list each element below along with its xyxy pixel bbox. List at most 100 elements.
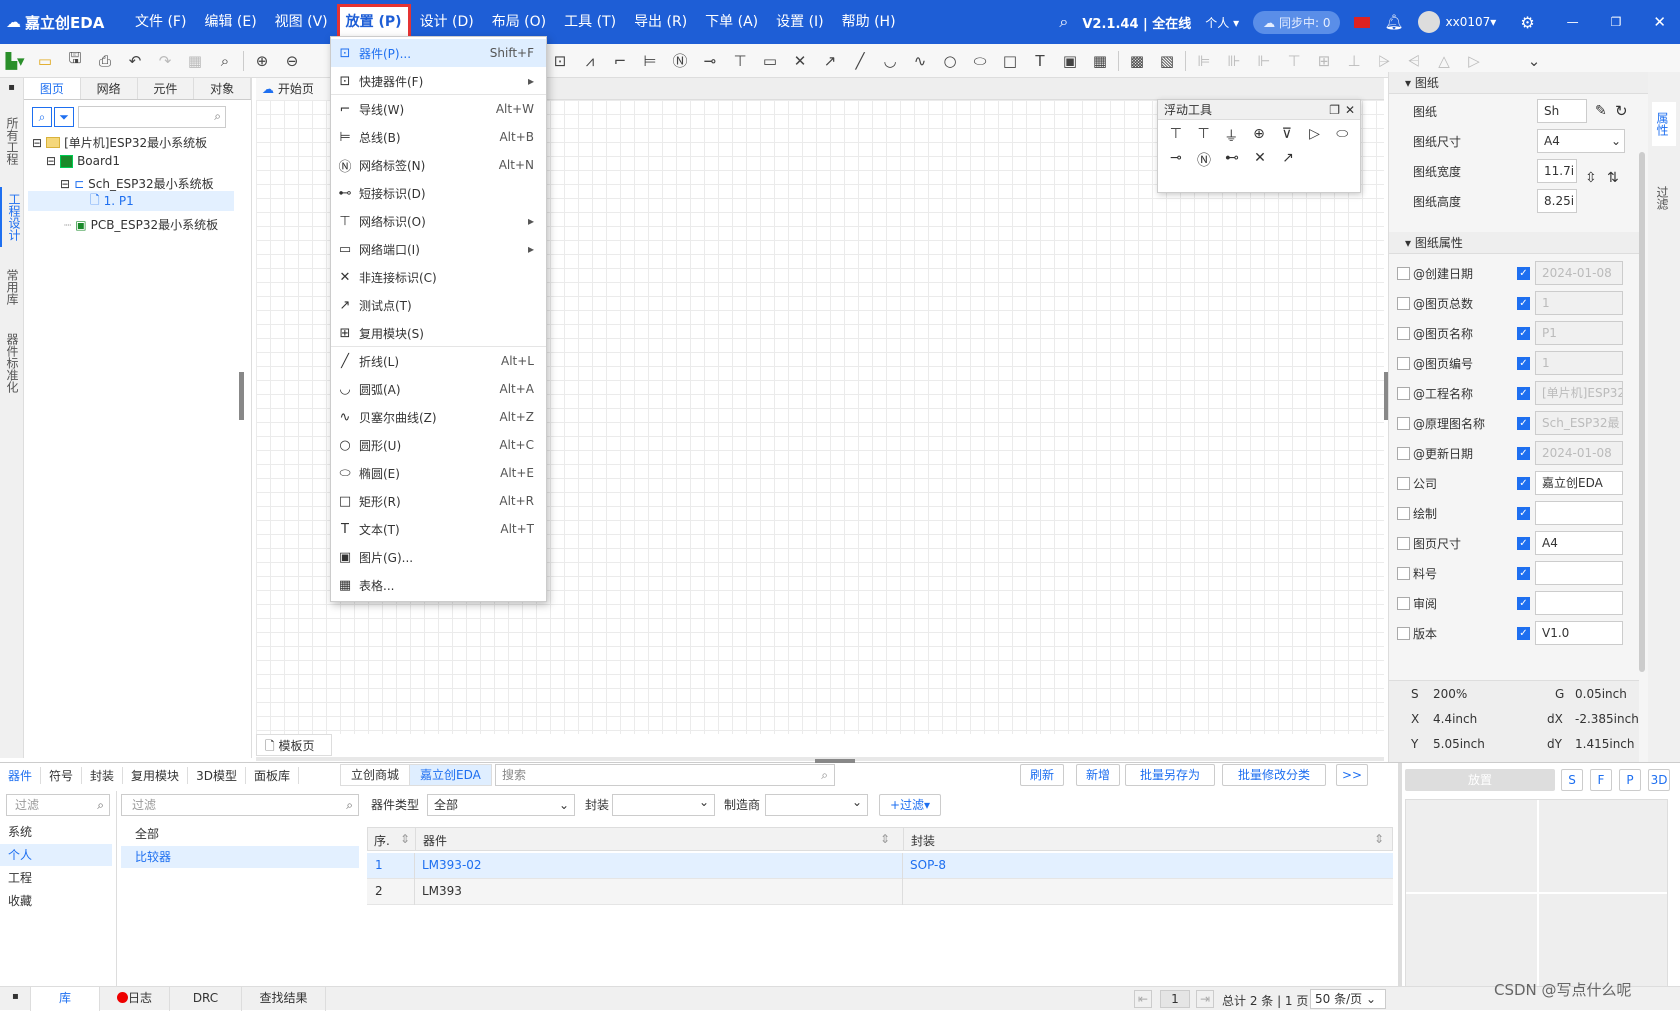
flip-icon[interactable]: ▷ — [1459, 46, 1489, 76]
tree-project[interactable]: ⊟ [单片机]ESP32最小系统板 — [32, 134, 207, 151]
attr-enabled-checkbox[interactable]: ✓ — [1517, 626, 1530, 640]
new-icon[interactable]: ▙▾ — [0, 46, 30, 76]
tb-component-icon[interactable]: ⊡ — [545, 46, 575, 76]
place-menu-item-4[interactable]: Ⓝ 网络标签(N) Alt+N — [331, 151, 546, 179]
lib-tab-5[interactable]: 面板库 — [246, 766, 299, 784]
tb-ellipse-icon[interactable]: ⬭ — [965, 46, 995, 76]
attr-input[interactable] — [1535, 591, 1623, 615]
zoom-out-icon[interactable]: ⊖ — [277, 46, 307, 76]
lib-tab-1[interactable]: 符号 — [41, 766, 83, 784]
save-icon[interactable]: 🖫︎ — [60, 46, 90, 76]
search-toggle-icon[interactable]: ⌕ — [32, 107, 52, 127]
undo-icon[interactable]: ↶ — [120, 46, 150, 76]
attr-visible-checkbox[interactable] — [1397, 356, 1410, 370]
vtab-standardize[interactable]: 器件标准化 — [0, 327, 25, 399]
menu-item-1[interactable]: 编辑 (E) — [195, 0, 265, 44]
tb-netlabel-icon[interactable]: Ⓝ — [665, 46, 695, 76]
tb-line-icon[interactable]: ╱ — [845, 46, 875, 76]
tb-netport-icon[interactable]: ▭ — [755, 46, 785, 76]
preview-splitter[interactable] — [1398, 763, 1402, 987]
refresh-icon[interactable]: ↻ — [1615, 102, 1628, 120]
align-middle-icon[interactable]: ⊞ — [1309, 46, 1339, 76]
minimize-icon[interactable]: — — [1567, 15, 1579, 29]
find-icon[interactable]: ⌕ — [210, 46, 240, 76]
attr-visible-checkbox[interactable] — [1397, 296, 1410, 310]
view-button-f[interactable]: F — [1590, 769, 1612, 791]
tab-start-page[interactable]: ☁ 开始页 — [256, 78, 332, 100]
view-button-3d[interactable]: 3D — [1648, 769, 1670, 791]
toolbar-more-icon[interactable]: ⌄ — [1519, 46, 1549, 76]
first-page-icon[interactable]: ⇤ — [1134, 990, 1152, 1008]
place-menu-item-13[interactable]: ∿ 贝塞尔曲线(Z) Alt+Z — [331, 403, 546, 431]
place-menu-item-5[interactable]: ⊷ 短接标识(D) — [331, 179, 546, 207]
attr-enabled-checkbox[interactable]: ✓ — [1517, 296, 1530, 310]
attr-visible-checkbox[interactable] — [1397, 626, 1410, 640]
distribute-h-icon[interactable]: ⩥ — [1369, 46, 1399, 76]
attr-input[interactable]: A4 — [1535, 531, 1623, 555]
attr-enabled-checkbox[interactable]: ✓ — [1517, 566, 1530, 580]
zoom-in-icon[interactable]: ⊕ — [247, 46, 277, 76]
lib-button-3[interactable]: 批量修改分类 — [1222, 764, 1326, 786]
attr-enabled-checkbox[interactable]: ✓ — [1517, 446, 1530, 460]
mode-dropdown[interactable]: 个人 ▾ — [1205, 14, 1239, 31]
attr-section-header[interactable]: ▾ 图纸属性 — [1389, 232, 1639, 254]
attr-enabled-checkbox[interactable]: ✓ — [1517, 506, 1530, 520]
attr-visible-checkbox[interactable] — [1397, 386, 1410, 400]
attr-visible-checkbox[interactable] — [1397, 566, 1410, 580]
tree-pcb[interactable]: ┈ ▣ PCB_ESP32最小系统板 — [64, 216, 218, 233]
tb-wire-icon[interactable]: ⌐ — [605, 46, 635, 76]
lib-button-4[interactable]: >> — [1336, 764, 1368, 786]
distribute-v-icon[interactable]: ⩤ — [1399, 46, 1429, 76]
restore-icon[interactable]: ❐ — [1611, 15, 1622, 29]
tab-nets[interactable]: 网络 — [81, 78, 138, 99]
table-row[interactable]: 2 LM393 — [367, 879, 1393, 905]
pin-icon[interactable]: ▪ — [12, 991, 19, 1002]
view-button-s[interactable]: S — [1561, 769, 1583, 791]
attr-enabled-checkbox[interactable]: ✓ — [1517, 476, 1530, 490]
attr-input[interactable] — [1535, 501, 1623, 525]
close-icon[interactable]: ✕ — [1345, 100, 1355, 120]
package-select[interactable]: ⌄ — [612, 794, 715, 816]
category-item[interactable]: 工程 — [0, 867, 112, 889]
user-menu[interactable]: xx0107 ▾ — [1417, 11, 1496, 33]
attr-enabled-checkbox[interactable]: ✓ — [1517, 266, 1530, 280]
floating-tools-header[interactable]: 浮动工具 ❐ ✕ — [1158, 100, 1360, 120]
tb-noconnect-icon[interactable]: ✕ — [785, 46, 815, 76]
manufacturer-select[interactable]: ⌄ — [765, 794, 868, 816]
tab-lcsc[interactable]: 立创商城 — [341, 765, 411, 785]
sheet-section-header[interactable]: ▾ 图纸 — [1389, 72, 1648, 94]
attr-visible-checkbox[interactable] — [1397, 446, 1410, 460]
place-menu-item-15[interactable]: ⬭ 椭圆(E) Alt+E — [331, 459, 546, 487]
short-flag-icon[interactable]: ⊷ — [1218, 150, 1246, 170]
place-menu-item-2[interactable]: ⌐ 导线(W) Alt+W — [331, 95, 546, 123]
vtab-filter[interactable]: 过滤 — [1652, 176, 1676, 220]
library-search-input[interactable]: 搜索 ⌕ — [495, 764, 835, 786]
attr-input[interactable]: 嘉立创EDA — [1535, 471, 1623, 495]
tb-table-icon[interactable]: ▦ — [1085, 46, 1115, 76]
col-device[interactable]: 器件 — [423, 832, 447, 849]
vtab-properties[interactable]: 属性 — [1652, 102, 1676, 146]
category-item[interactable]: 个人 — [0, 844, 112, 866]
no-connect-icon[interactable]: ✕ — [1246, 150, 1274, 170]
tb-bus-icon[interactable]: ⊨ — [635, 46, 665, 76]
sheet-row-input[interactable]: 11.7i — [1537, 159, 1577, 183]
menu-item-8[interactable]: 下单 (A) — [696, 0, 767, 44]
menu-item-10[interactable]: 帮助 (H) — [833, 0, 905, 44]
tb-qr-icon[interactable]: ▩ — [1122, 46, 1152, 76]
menu-item-0[interactable]: 文件 (F) — [126, 0, 195, 44]
category-item[interactable]: 收藏 — [0, 890, 112, 912]
lib-tab-2[interactable]: 封装 — [82, 766, 124, 784]
align-left-icon[interactable]: ⊫ — [1189, 46, 1219, 76]
place-menu-item-14[interactable]: ○ 圆形(U) Alt+C — [331, 431, 546, 459]
tb-testpoint-icon[interactable]: ↗ — [815, 46, 845, 76]
attr-visible-checkbox[interactable] — [1397, 476, 1410, 490]
properties-scrollbar[interactable] — [1639, 152, 1645, 672]
test-point-icon[interactable]: ↗ — [1274, 150, 1302, 170]
subcategory-item[interactable]: 比较器 — [121, 846, 359, 868]
table-row[interactable]: 1 LM393-02 SOP-8 — [367, 853, 1393, 879]
attr-enabled-checkbox[interactable]: ✓ — [1517, 416, 1530, 430]
tree-page-p1[interactable]: 🗋︎ 1. P1 — [28, 191, 234, 211]
search-icon[interactable]: ⌕ — [1059, 12, 1068, 32]
place-menu-item-3[interactable]: ⊨ 总线(B) Alt+B — [331, 123, 546, 151]
tree-schematic[interactable]: ⊟ ⊏ Sch_ESP32最小系统板 — [60, 175, 214, 192]
